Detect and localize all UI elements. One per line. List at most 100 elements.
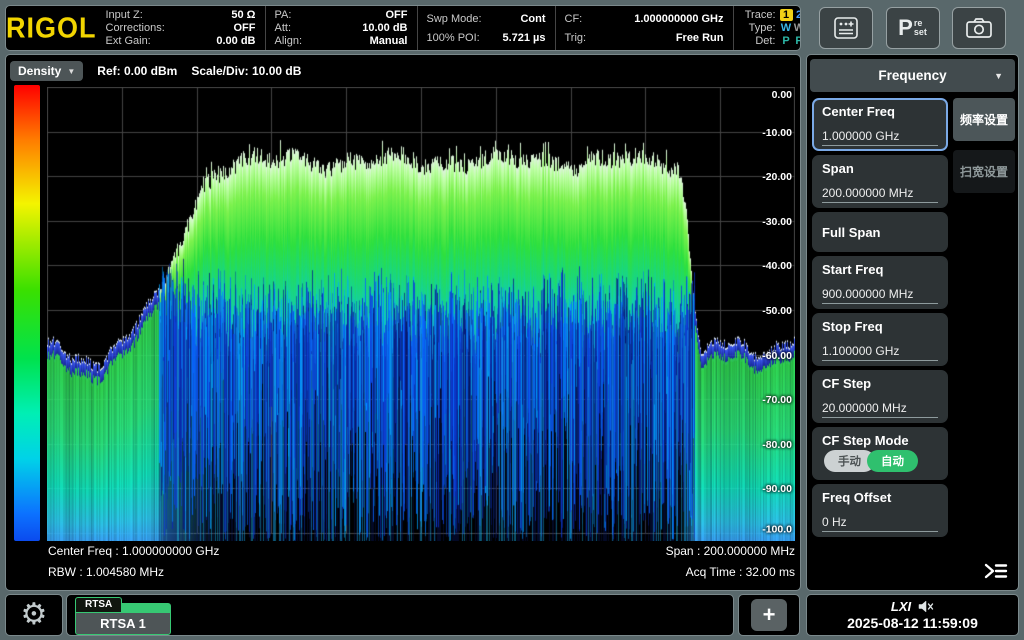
tab-accent-strip bbox=[122, 603, 171, 612]
cf-step-mode-toggle[interactable]: 手动自动 bbox=[824, 450, 938, 472]
menu-item-value: 20.000000 MHz bbox=[822, 401, 938, 418]
tab-rtsa-1[interactable]: RTSA RTSA 1 bbox=[75, 597, 171, 635]
tab-name-label: RTSA 1 bbox=[75, 612, 171, 635]
side-tab[interactable]: 频率设置 bbox=[953, 98, 1015, 141]
menu-item-label: CF Step bbox=[822, 376, 938, 391]
readout-row: Ext Gain: 0.00 dB bbox=[106, 35, 256, 47]
tab-group-label: RTSA bbox=[75, 597, 122, 612]
top-right-buttons: P reset bbox=[806, 5, 1019, 51]
menu-item-label: Span bbox=[822, 161, 938, 176]
readout-row: Align: Manual bbox=[275, 35, 408, 47]
menu-item-label: Full Span bbox=[822, 225, 938, 240]
readout-group: Swp Mode:Cont 100% POI:5.721 µs bbox=[417, 6, 555, 50]
add-mode-button[interactable]: + bbox=[751, 599, 787, 631]
expand-menu-icon[interactable] bbox=[983, 561, 1009, 581]
readout-label: CF: bbox=[565, 13, 583, 25]
amplitude-tick-label: -50.00 bbox=[762, 305, 792, 317]
menu-item-span[interactable]: Span 200.000000 MHz bbox=[812, 155, 948, 208]
amplitude-tick-label: 0.00 bbox=[772, 89, 792, 101]
acq-time-annotation: Acq Time : 32.00 ms bbox=[686, 565, 795, 579]
readout-value: Manual bbox=[370, 35, 408, 47]
readout-label: Ext Gain: bbox=[106, 35, 151, 47]
readout-label: Swp Mode: bbox=[427, 13, 482, 25]
menu-header-label: Frequency bbox=[878, 68, 946, 83]
lxi-status-label: LXI bbox=[891, 599, 911, 614]
readout-value: OFF bbox=[234, 22, 256, 34]
mode-tab-bar: RTSA RTSA 1 bbox=[66, 594, 734, 636]
side-tab[interactable]: 扫宽设置 bbox=[953, 150, 1015, 193]
preset-label: P reset bbox=[898, 18, 927, 38]
menu-header-dropdown[interactable]: Frequency ▼ bbox=[810, 59, 1015, 92]
preset-button[interactable]: P reset bbox=[886, 7, 940, 49]
trace-number: 1 bbox=[780, 9, 793, 21]
readout-row: Corrections: OFF bbox=[106, 22, 256, 34]
density-colorbar bbox=[14, 85, 40, 541]
keypad-icon bbox=[833, 16, 859, 40]
gear-icon[interactable]: ⚙ bbox=[21, 600, 48, 630]
readout-label: Input Z: bbox=[106, 9, 143, 21]
screenshot-button[interactable] bbox=[952, 7, 1006, 49]
readout-row: PA: OFF bbox=[275, 9, 408, 21]
scale-div-readout: Scale/Div: 10.00 dB bbox=[191, 64, 301, 78]
readout-group: Input Z:50 ΩCorrections: OFF Ext Gain: 0.00… bbox=[97, 6, 265, 50]
frequency-menu-panel: Frequency ▼ Center Freq1.000000 GHz Span 2… bbox=[806, 54, 1019, 591]
readout-row: Input Z:50 Ω bbox=[106, 9, 256, 21]
amplitude-tick-label: -70.00 bbox=[762, 394, 792, 406]
menu-item-start-freq[interactable]: Start Freq900.000000 MHz bbox=[812, 256, 948, 309]
amplitude-tick-label: -30.00 bbox=[762, 216, 792, 228]
amplitude-tick-label: -60.00 bbox=[762, 350, 792, 362]
menu-item-center-freq[interactable]: Center Freq1.000000 GHz bbox=[812, 98, 948, 151]
trace-row: Det:PPPPPP bbox=[740, 35, 802, 47]
amplitude-tick-label: -100.0 bbox=[762, 524, 792, 536]
readout-label: Corrections: bbox=[106, 22, 165, 34]
trace-row: Trace:123456 bbox=[740, 9, 802, 21]
annotation-row-1: Center Freq : 1.000000000 GHz Span : 200… bbox=[48, 544, 795, 558]
readout-label: PA: bbox=[275, 9, 292, 21]
readout-group: CF:1.000000000 GHzTrig:Free Run bbox=[555, 6, 733, 50]
add-mode-panel: + bbox=[738, 594, 800, 636]
spectrum-plot-area[interactable]: 0.00-10.00-20.00-30.00-40.00-50.00-60.00… bbox=[47, 87, 795, 541]
display-mode-dropdown[interactable]: Density ▼ bbox=[10, 61, 83, 81]
readout-value: 0.00 dB bbox=[216, 35, 255, 47]
keypad-button[interactable] bbox=[819, 7, 873, 49]
readout-row: 100% POI:5.721 µs bbox=[427, 32, 546, 44]
menu-item-value: 200.000000 MHz bbox=[822, 186, 938, 203]
readout-row: Swp Mode:Cont bbox=[427, 13, 546, 25]
status-info-panel: LXI 2025-08-12 11:59:09 bbox=[806, 594, 1019, 636]
rbw-annotation: RBW : 1.004580 MHz bbox=[48, 565, 164, 579]
toggle-option[interactable]: 自动 bbox=[867, 450, 918, 472]
readout-value: 10.00 dB bbox=[362, 22, 407, 34]
rigol-logo: RIGOL bbox=[6, 5, 97, 51]
menu-item-value: 900.000000 MHz bbox=[822, 287, 938, 304]
menu-item-freq-offset[interactable]: Freq Offset0 Hz bbox=[812, 484, 948, 537]
readout-row: Att:10.00 dB bbox=[275, 22, 408, 34]
menu-item-stop-freq[interactable]: Stop Freq 1.100000 GHz bbox=[812, 313, 948, 366]
display-mode-label: Density bbox=[18, 64, 61, 78]
readout-label: Align: bbox=[275, 35, 303, 47]
menu-tabs-column: 频率设置扫宽设置 bbox=[953, 98, 1015, 193]
menu-items-column: Center Freq1.000000 GHz Span 200.000000 MH… bbox=[812, 98, 948, 537]
trace-det: P bbox=[780, 35, 793, 47]
menu-item-label: Stop Freq bbox=[822, 319, 938, 334]
readout-label: Trig: bbox=[565, 32, 587, 44]
span-annotation: Span : 200.000000 MHz bbox=[666, 544, 795, 558]
readout-value: OFF bbox=[386, 9, 408, 21]
trace-row-label: Type: bbox=[749, 22, 776, 34]
annotation-row-2: RBW : 1.004580 MHz Acq Time : 32.00 ms bbox=[48, 565, 795, 579]
readout-value: 5.721 µs bbox=[502, 32, 545, 44]
menu-item-label: Freq Offset bbox=[822, 490, 938, 505]
trace-det: P bbox=[793, 35, 802, 47]
menu-item-full-span[interactable]: Full Span bbox=[812, 212, 948, 252]
readout-row: Trig: Free Run bbox=[565, 32, 724, 44]
readout-value: Free Run bbox=[676, 32, 724, 44]
trace-row-label: Det: bbox=[755, 35, 775, 47]
trace-status[interactable]: Trace:123456Type:WWWWWWDet:PPPPPP bbox=[733, 6, 802, 50]
menu-item-value: 1.100000 GHz bbox=[822, 344, 938, 361]
trace-row: Type:WWWWWW bbox=[740, 22, 802, 34]
chevron-down-icon: ▼ bbox=[994, 71, 1003, 81]
display-header: Density ▼ Ref: 0.00 dBm Scale/Div: 10.00… bbox=[10, 59, 301, 83]
menu-item-cf-step[interactable]: CF Step 20.000000 MHz bbox=[812, 370, 948, 423]
spectrum-display-panel: Density ▼ Ref: 0.00 dBm Scale/Div: 10.00… bbox=[5, 54, 801, 591]
menu-item-cf-step-mode[interactable]: CF Step Mode手动自动 bbox=[812, 427, 948, 480]
amplitude-tick-label: -10.00 bbox=[762, 127, 792, 139]
